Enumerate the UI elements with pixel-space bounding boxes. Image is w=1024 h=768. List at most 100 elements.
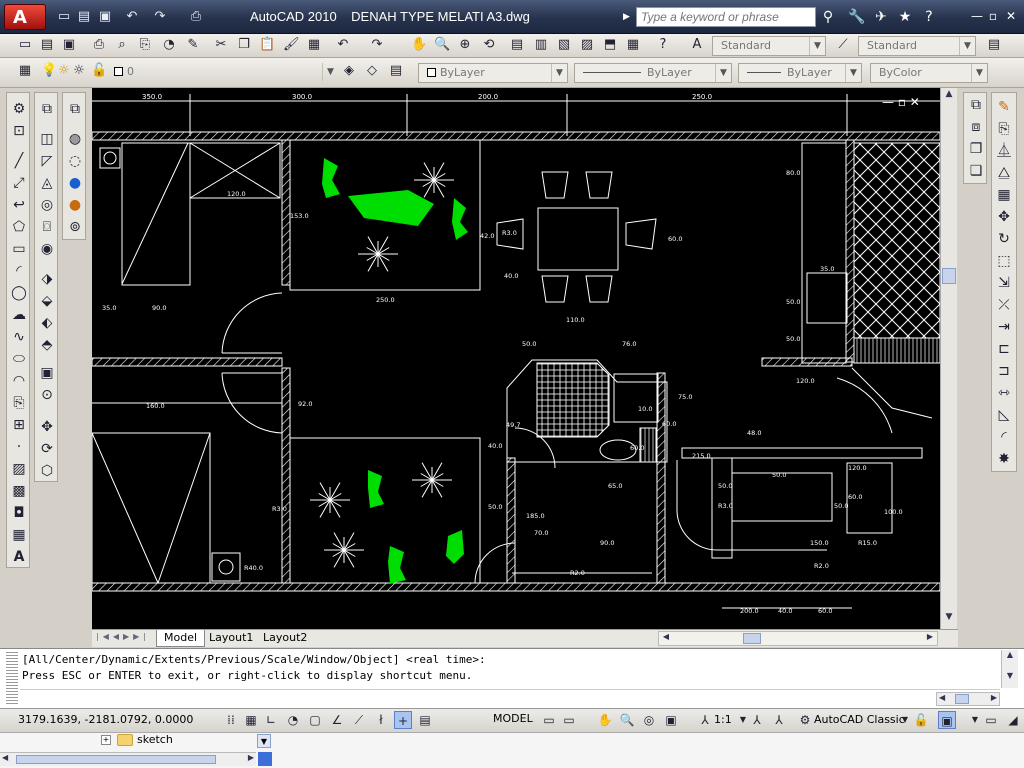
layer-manager-icon[interactable]: ▦ (16, 62, 34, 80)
drawing-canvas[interactable]: — ▫ ✕ 350.0 300.0 200.0 250.0 120.0 153.… (92, 88, 940, 629)
search-expand-icon[interactable]: ▶ (623, 8, 635, 26)
model-space-button[interactable]: MODEL (493, 712, 533, 725)
ucs-icon[interactable]: ⧉ (65, 99, 85, 119)
coordinate-readout[interactable]: 3179.1639, -2181.0792, 0.0000 (18, 713, 193, 726)
move-icon[interactable]: ✥ (994, 207, 1014, 227)
presspull-icon[interactable]: ⬙ (37, 291, 57, 311)
gradient-icon[interactable]: ▩ (9, 481, 29, 501)
publish-icon[interactable]: ⎘ (136, 36, 154, 54)
revolve-icon[interactable]: ⬘ (37, 335, 57, 355)
bring-above-icon[interactable]: ❐ (966, 139, 986, 159)
scroll-left-icon[interactable]: ◀ (2, 753, 8, 762)
pan-icon[interactable]: ✋ (410, 36, 428, 54)
scroll-right-icon[interactable]: ▶ (248, 753, 254, 762)
application-menu-button[interactable]: A (4, 4, 46, 30)
bring-to-front-icon[interactable]: ⧉ (966, 95, 986, 115)
open-file-icon[interactable]: ▤ (76, 9, 92, 25)
command-vscroll[interactable]: ▲ ▼ (1001, 650, 1018, 688)
design-center-icon[interactable]: ▥ (532, 36, 550, 54)
chevron-down-icon[interactable]: ▼ (257, 734, 271, 748)
showmotion-icon[interactable]: ▣ (662, 711, 680, 729)
send-under-icon[interactable]: ❏ (966, 161, 986, 181)
markup-icon[interactable]: ✎ (184, 36, 202, 54)
scroll-up-icon[interactable]: ▲ (942, 89, 956, 103)
camera-icon[interactable]: ⊙ (37, 385, 57, 405)
multiline-text-icon[interactable]: A (9, 547, 29, 567)
3d-wireframe-icon[interactable]: ◌ (65, 151, 85, 171)
plot-preview-icon[interactable]: ⌕ (113, 36, 131, 54)
scale-icon[interactable]: ⬚ (994, 251, 1014, 271)
command-line-grip[interactable] (6, 650, 18, 705)
lock-ui-icon[interactable]: 🔓 (912, 711, 930, 729)
tab-layout2[interactable]: Layout2 (256, 630, 314, 647)
match-properties-icon[interactable]: 🖌 (282, 36, 300, 54)
tab-navigation-arrows[interactable]: |◀◀▶▶| (96, 632, 154, 645)
communication-center-icon[interactable]: ✈ (872, 8, 890, 26)
extrude-icon[interactable]: ⬗ (37, 269, 57, 289)
revcloud-icon[interactable]: ☁ (9, 305, 29, 325)
torus-icon[interactable]: ◉ (37, 239, 57, 259)
expand-plus-icon[interactable]: + (101, 735, 111, 745)
array-icon[interactable]: ▦ (994, 185, 1014, 205)
scroll-down-icon[interactable]: ▼ (942, 612, 956, 626)
visual-style-manager-icon[interactable]: ⊚ (65, 217, 85, 237)
workspace-gear-icon[interactable]: ⚙ (796, 711, 814, 729)
redo-icon[interactable]: ↷ (368, 36, 386, 54)
paste-icon[interactable]: 📋 (258, 36, 276, 54)
settings-gear-icon[interactable]: ⚙ (9, 99, 29, 119)
realistic-sphere-icon[interactable]: ● (65, 173, 85, 193)
break-icon[interactable]: ⊐ (994, 361, 1014, 381)
3d-rotate-icon[interactable]: ⟳ (37, 439, 57, 459)
plot-style-select[interactable]: ByColor ▼ (870, 63, 988, 83)
pane-horizontal-scrollbar[interactable]: ◀ ▶ (0, 752, 256, 766)
markup-set-icon[interactable]: ⬒ (601, 36, 619, 54)
close-icon[interactable]: ✕ (1004, 9, 1018, 23)
fillet-icon[interactable]: ◜ (994, 427, 1014, 447)
command-hscroll[interactable]: ◀ ▶ (936, 692, 1000, 706)
block-editor-icon[interactable]: ▦ (305, 36, 323, 54)
linetype-select[interactable]: ByLayer ▼ (574, 63, 732, 83)
folder-label[interactable]: sketch (137, 733, 173, 746)
annotation-visibility-icon[interactable]: ⅄ (748, 711, 766, 729)
dim-style-icon[interactable]: ⟋ (834, 36, 852, 54)
scroll-up-icon[interactable]: ▲ (1002, 650, 1018, 659)
ellipse-arc-icon[interactable]: ◠ (9, 371, 29, 391)
hardware-acceleration-icon[interactable]: ▣ (938, 711, 956, 729)
rectangle-icon[interactable]: ▭ (9, 239, 29, 259)
zoom-icon[interactable]: 🔍 (618, 711, 636, 729)
circle-icon[interactable]: ◯ (9, 283, 29, 303)
scroll-left-icon[interactable]: ◀ (939, 693, 945, 702)
conceptual-sphere-icon[interactable]: ● (65, 195, 85, 215)
3d-align-icon[interactable]: ⬡ (37, 461, 57, 481)
subscription-center-icon[interactable]: 🔧 (848, 8, 866, 26)
zoom-window-icon[interactable]: ⊕ (456, 36, 474, 54)
table-style-icon[interactable]: ▤ (985, 36, 1003, 54)
join-icon[interactable]: ⇿ (994, 383, 1014, 403)
break-at-point-icon[interactable]: ⊏ (994, 339, 1014, 359)
box-icon[interactable]: ◫ (37, 129, 57, 149)
offset-icon[interactable]: ⧋ (994, 163, 1014, 183)
search-input[interactable] (636, 7, 816, 27)
object-snap-icon[interactable]: ▢ (306, 711, 324, 729)
rotate-icon[interactable]: ↻ (994, 229, 1014, 249)
favorites-star-icon[interactable]: ★ (896, 8, 914, 26)
3d-dwf-icon[interactable]: ◔ (160, 36, 178, 54)
copy-object-icon[interactable]: ⎘ (994, 119, 1014, 139)
zoom-realtime-icon[interactable]: 🔍 (433, 36, 451, 54)
polygon-icon[interactable]: ⬠ (9, 217, 29, 237)
mirror-icon[interactable]: ⏅ (994, 141, 1014, 161)
snap-icon[interactable]: ⊡ (9, 121, 29, 141)
chamfer-icon[interactable]: ◺ (994, 405, 1014, 425)
cone-icon[interactable]: ◬ (37, 173, 57, 193)
point-icon[interactable]: · (9, 437, 29, 457)
sphere-icon[interactable]: ◎ (37, 195, 57, 215)
tab-model[interactable]: Model (156, 630, 206, 647)
quick-view-layouts-icon[interactable]: ▭ (540, 711, 558, 729)
help-icon[interactable]: ? (654, 36, 672, 54)
scroll-right-icon[interactable]: ▶ (991, 693, 997, 702)
canvas-horizontal-scrollbar[interactable]: ◀ ▶ (658, 631, 938, 646)
polysolid-icon[interactable]: ⧉ (37, 99, 57, 119)
lineweight-toggle-icon[interactable]: + (394, 711, 412, 729)
2d-wireframe-icon[interactable]: ◍ (65, 129, 85, 149)
sweep-icon[interactable]: ⬖ (37, 313, 57, 333)
